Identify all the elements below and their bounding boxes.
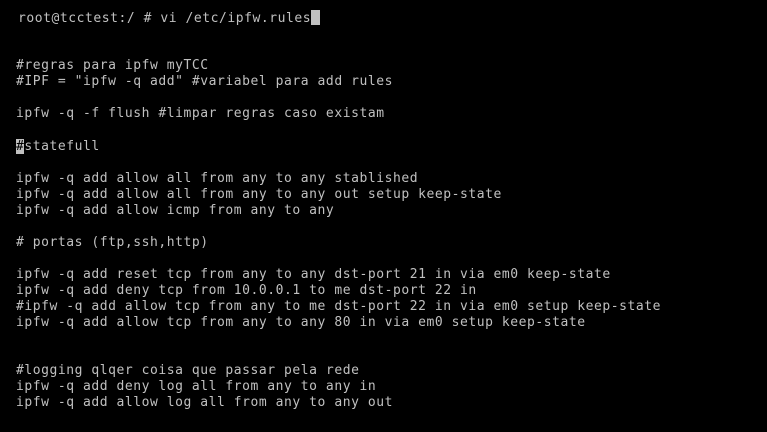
command-prompt-text: root@tcctest:/ # vi /etc/ipfw.rules bbox=[18, 11, 312, 26]
file-line-1: #regras para ipfw myTCC bbox=[16, 58, 209, 73]
file-line-6: ipfw -q add allow all from any to any ou… bbox=[16, 187, 502, 202]
file-line-13: #logging qlqer coisa que passar pela red… bbox=[16, 363, 360, 378]
file-line-12: ipfw -q add allow tcp from any to any 80… bbox=[16, 315, 586, 330]
file-line-5: ipfw -q add allow all from any to any st… bbox=[16, 171, 419, 186]
file-line-11: #ipfw -q add allow tcp from any to me ds… bbox=[16, 299, 662, 314]
file-line-15: ipfw -q add allow log all from any to an… bbox=[16, 395, 393, 410]
file-line-3: ipfw -q -f flush #limpar regras caso exi… bbox=[16, 106, 385, 121]
terminal-cursor bbox=[311, 10, 321, 25]
file-line-8: # portas (ftp,ssh,http) bbox=[16, 235, 209, 250]
file-line-4: #statefull bbox=[16, 139, 100, 155]
file-line-9: ipfw -q add reset tcp from any to any ds… bbox=[16, 267, 611, 282]
command-prompt-line: root@tcctest:/ # vi /etc/ipfw.rules bbox=[18, 10, 321, 27]
file-line-7: ipfw -q add allow icmp from any to any bbox=[16, 203, 335, 218]
file-line-10: ipfw -q add deny tcp from 10.0.0.1 to me… bbox=[16, 283, 477, 298]
file-line-4-text: statefull bbox=[24, 139, 100, 154]
file-line-2: #IPF = "ipfw -q add" #variabel para add … bbox=[16, 74, 393, 89]
file-line-14: ipfw -q add deny log all from any to any… bbox=[16, 379, 377, 394]
terminal-screen[interactable]: root@tcctest:/ # vi /etc/ipfw.rules #reg… bbox=[0, 0, 767, 432]
